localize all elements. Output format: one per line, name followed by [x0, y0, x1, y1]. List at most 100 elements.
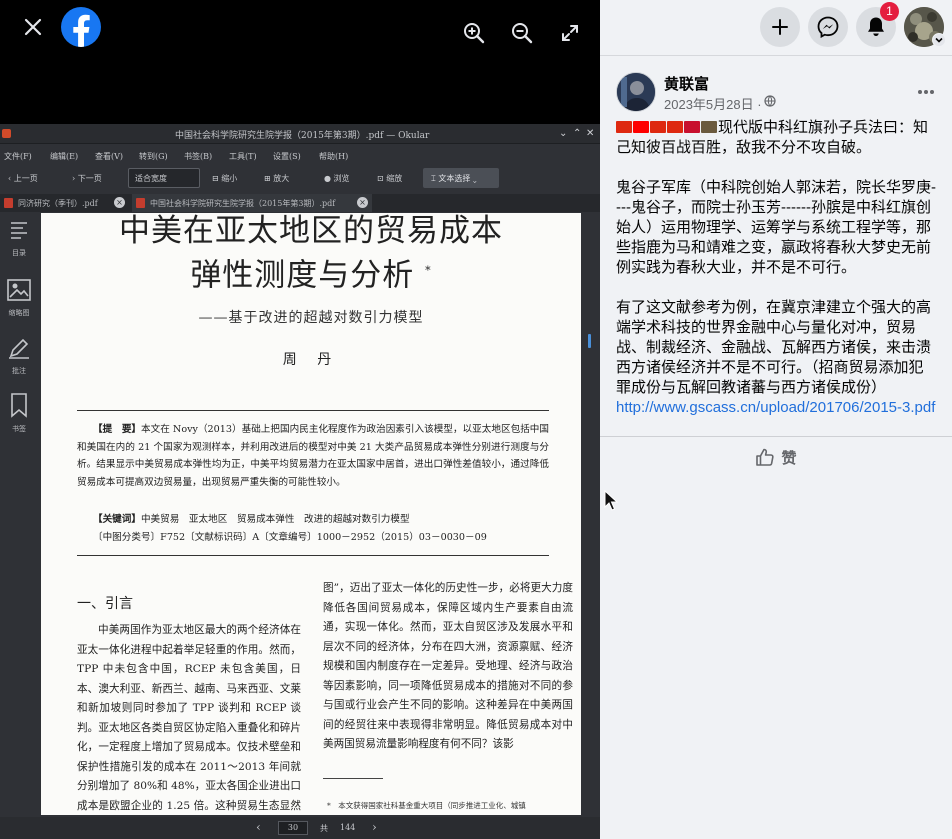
like-button[interactable]: 赞 — [612, 441, 940, 473]
okular-pagebar: ‹ 30 共 144 › — [0, 817, 600, 839]
bell-icon — [868, 17, 884, 36]
okular-toolbar: ‹ 上一页 › 下一页 ⊟ 缩小 ⊞ 放大 ● 浏览 ⊡ 缩放 — [0, 166, 600, 192]
post-header: 黄联富 2023年5月28日 · — [616, 72, 946, 112]
next-page-icon: › — [372, 820, 377, 834]
post-text: 现代版中科红旗孙子兵法曰：知己知彼百战百胜，敌我不分不攻自破。 鬼谷子军库（中科… — [616, 118, 938, 418]
zoom-out-tool: ⊟ 缩小 — [212, 174, 238, 183]
messenger-button[interactable] — [808, 7, 848, 47]
menu-tools: 工具(T) — [229, 152, 257, 161]
okular-menubar: 文件(F) 编辑(E) 查看(V) 转到(G) 书签(B) 工具(T) 设置(S… — [0, 146, 600, 164]
contents-icon — [11, 222, 27, 239]
facebook-logo[interactable] — [61, 7, 101, 47]
prev-page-button: ‹ 上一页 — [8, 174, 38, 183]
tab-cass: 中国社会科学院研究生院学报（2015年第3期）.pdf × — [132, 194, 372, 212]
flag-emoji-4 — [684, 121, 700, 133]
pdf-icon — [4, 198, 13, 208]
paper-classification: 〔中图分类号〕F752〔文献标识码〕A〔文章编号〕1000－2952（2015）… — [93, 532, 487, 543]
zoom-out-button[interactable] — [504, 15, 540, 51]
prev-page-icon: ‹ — [256, 820, 261, 834]
flag-emoji-0 — [616, 121, 632, 133]
like-label: 赞 — [781, 449, 797, 467]
zoom-in-icon — [464, 23, 485, 44]
mouse-cursor-icon — [604, 490, 618, 511]
chevron-down-icon — [935, 37, 943, 43]
notification-badge: 1 — [880, 2, 899, 21]
post-options-button[interactable] — [912, 78, 940, 106]
more-icon — [918, 90, 934, 94]
paper-abstract: 【提 要】本文在 Novy（2013）基础上把国内民主化程度作为政治因素引入该模… — [77, 424, 550, 488]
footnote: * 本文获得国家社科基金重大项目（同步推进工业化、城镇 — [327, 801, 526, 810]
menu-view: 查看(V) — [95, 152, 124, 161]
close-tab-icon: × — [357, 197, 368, 208]
zoom-out-icon — [512, 23, 533, 44]
bookmark-icon — [11, 393, 27, 418]
paper-subtitle: ——基于改进的超越对数引力模型 — [198, 310, 424, 326]
divider — [600, 436, 952, 437]
sidebar-contents: 目录 — [4, 220, 34, 258]
post-date[interactable]: 2023年5月28日 · — [664, 94, 762, 113]
zoom-in-tool: ⊞ 放大 — [264, 174, 290, 183]
sidebar-bookmarks: 书签 — [4, 392, 34, 434]
flag-emoji-1 — [633, 121, 649, 133]
menu-go: 转到(G) — [139, 152, 168, 161]
globe-icon — [764, 95, 776, 107]
author-name[interactable]: 黄联富 — [664, 73, 709, 94]
divider — [77, 410, 549, 411]
divider — [77, 555, 549, 556]
page-number-field: 30 — [278, 821, 308, 835]
okular-tabs: 同济研究（季刊）.pdf × 中国社会科学院研究生院学报（2015年第3期）.p… — [0, 194, 600, 212]
zoom-in-button[interactable] — [456, 15, 492, 51]
top-bar: 1 — [600, 0, 952, 56]
flag-emoji-5 — [701, 121, 717, 133]
paper-keywords: 【关键词】中美贸易 亚太地区 贸易成本弹性 改进的超越对数引力模型 — [93, 514, 410, 525]
page-total: 144 — [340, 823, 356, 832]
messenger-icon — [817, 16, 839, 38]
plus-icon — [772, 19, 788, 35]
account-menu-caret[interactable] — [932, 33, 946, 47]
paper-column-right: 图”，迈出了亚太一体化的历史性一步，必将更大力度降低各国间贸易成本，保障区域内生… — [323, 582, 573, 750]
window-close-icon: ✕ — [586, 128, 595, 139]
photo-image: 中国社会科学院研究生院学报（2015年第3期）.pdf — Okular ⌄ ⌃… — [0, 124, 600, 839]
browse-tool: ● 浏览 — [324, 174, 350, 183]
post-paragraph-3: 有了这文献参考为例，在冀京津建立个强大的高端学术科技的世界金融中心与量化对冲，贸… — [616, 299, 932, 396]
thumbs-up-icon — [756, 448, 775, 466]
post-link[interactable]: http://www.gscass.cn/upload/201706/2015-… — [616, 399, 935, 416]
paper-column-left: 中美两国作为亚太地区最大的两个经济体在亚太一体化进程中起着举足轻重的作用。然而，… — [77, 624, 301, 812]
section-heading: 一、引言 — [77, 596, 133, 612]
zoom-tool: ⊡ 缩放 — [377, 174, 403, 183]
menu-file: 文件(F) — [4, 152, 32, 161]
zoom-select: 适合宽度 — [128, 168, 200, 188]
pdf-page: 中美在亚太地区的贸易成本 弹性测度与分析 * ——基于改进的超越对数引力模型 周… — [41, 213, 581, 815]
close-icon — [24, 18, 42, 36]
okular-app-icon — [2, 129, 11, 138]
pen-icon — [9, 338, 29, 359]
page-of-label: 共 — [320, 824, 328, 833]
post-paragraph-2: 鬼谷子军库（中科院创始人郭沫若，院长华罗庚----鬼谷子，而院士孙玉芳-----… — [616, 179, 936, 276]
okular-title: 中国社会科学院研究生院学报（2015年第3期）.pdf — Okular — [175, 131, 430, 141]
window-minimize-icon: ⌄ — [559, 128, 568, 139]
menu-settings: 设置(S) — [273, 152, 301, 161]
sidebar-thumbnails: 缩略图 — [4, 278, 34, 318]
close-tab-icon: × — [114, 197, 125, 208]
next-page-button: › 下一页 — [72, 174, 102, 183]
footnote-divider — [323, 778, 383, 779]
sidebar-annotations: 批注 — [4, 336, 34, 376]
close-button[interactable] — [15, 9, 51, 45]
menu-bookmarks: 书签(B) — [184, 152, 213, 161]
thumbnail-icon — [7, 279, 31, 301]
create-button[interactable] — [760, 7, 800, 47]
post-paragraph-1: 现代版中科红旗孙子兵法曰：知己知彼百战百胜，敌我不分不攻自破。 — [616, 119, 929, 156]
menu-edit: 编辑(E) — [50, 152, 79, 161]
fullscreen-icon — [562, 25, 578, 41]
text-select-tool: ⌶ 文本选择 ⌄ — [423, 168, 499, 188]
photo-viewer: 中国社会科学院研究生院学报（2015年第3期）.pdf — Okular ⌄ ⌃… — [0, 0, 600, 839]
flag-emoji-2 — [650, 121, 666, 133]
okular-sidebar: 目录 缩略图 批注 书签 — [0, 216, 38, 816]
post-panel: 1 黄联富 2023年5月28日 · 现代版中科红旗孙子兵法曰：知己知彼百战百胜… — [600, 0, 952, 839]
fullscreen-button[interactable] — [552, 15, 588, 51]
paper-author: 周 丹 — [282, 352, 340, 368]
author-avatar[interactable] — [616, 72, 656, 112]
flag-emojis — [616, 119, 718, 136]
paper-title: 中美在亚太地区的贸易成本 弹性测度与分析 * — [119, 213, 503, 294]
window-maximize-icon: ⌃ — [573, 128, 582, 139]
